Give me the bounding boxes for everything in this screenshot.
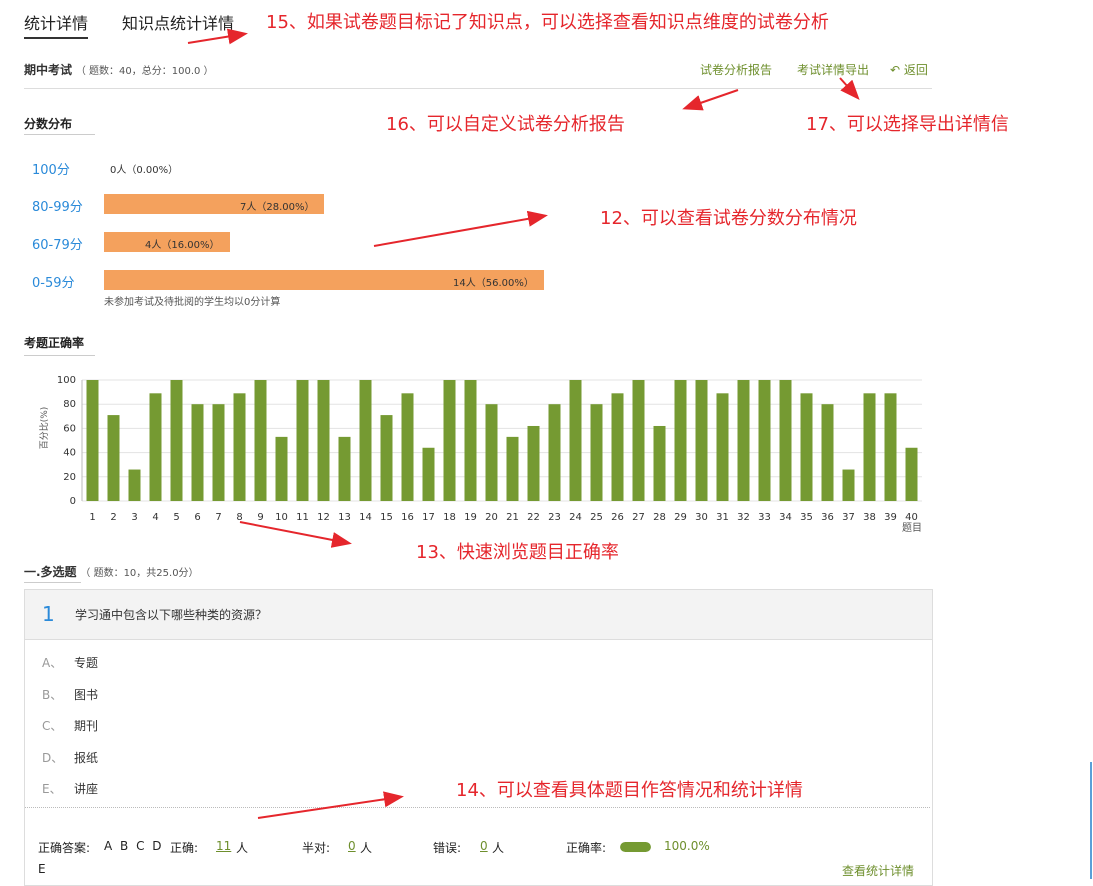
arrow-15 <box>187 28 248 45</box>
arrow-12 <box>373 210 548 247</box>
arrow-17 <box>839 77 860 100</box>
annotation-arrows <box>187 28 860 819</box>
arrow-13 <box>239 521 352 548</box>
arrow-14 <box>257 791 404 819</box>
arrow-16 <box>682 89 739 111</box>
